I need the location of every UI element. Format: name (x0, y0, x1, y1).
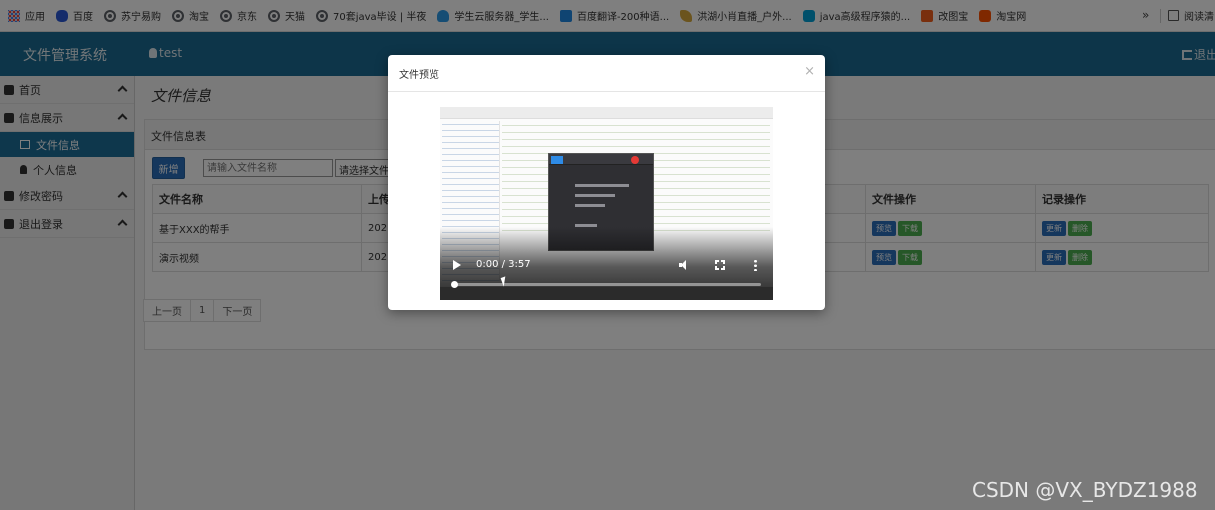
recorder-row (575, 204, 605, 207)
watermark: CSDN @VX_BYDZ1988 (972, 478, 1198, 502)
video-frame-taskbar (440, 287, 773, 300)
close-icon[interactable]: × (804, 64, 815, 79)
volume-icon[interactable] (679, 260, 690, 270)
recorder-row (575, 184, 629, 187)
recorder-tab (551, 156, 563, 164)
video-time: 0:00 / 3:57 (476, 259, 531, 270)
file-preview-modal: 文件预览 × 0:00 / 3:57 (388, 55, 825, 310)
video-frame-toolbar (440, 107, 773, 119)
video-progress-bar[interactable] (454, 283, 761, 286)
video-player[interactable]: 0:00 / 3:57 (440, 107, 773, 300)
record-dot-icon (631, 156, 639, 164)
play-icon[interactable] (453, 260, 461, 270)
fullscreen-icon[interactable] (715, 260, 725, 270)
modal-title: 文件预览 (399, 70, 439, 81)
recorder-row (575, 194, 615, 197)
video-progress-handle[interactable] (451, 281, 458, 288)
more-options-icon[interactable] (754, 259, 757, 271)
modal-header: 文件预览 × (388, 55, 825, 92)
